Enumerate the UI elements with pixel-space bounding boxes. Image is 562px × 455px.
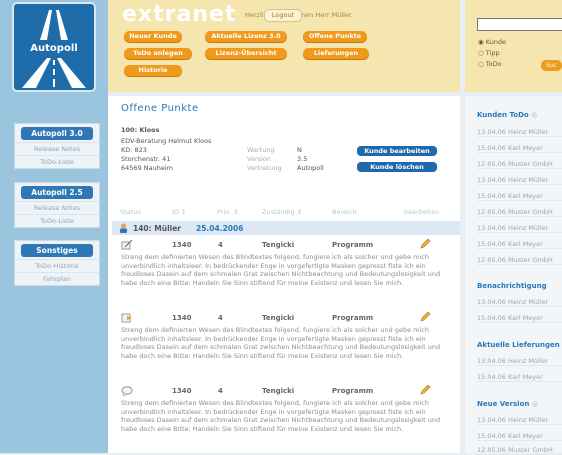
logout-button[interactable]: Logout	[264, 9, 302, 22]
list-item[interactable]: 15.04.06 Karl Meyer	[477, 373, 562, 382]
field-value: Autopoll	[297, 164, 324, 172]
entry-prio: 4	[218, 314, 223, 322]
nav-item-todo-liste[interactable]: ToDo-Liste	[15, 155, 99, 168]
nav-item-release-notes[interactable]: Release Notes	[15, 201, 99, 214]
list-item[interactable]: 15.04.06 Karl Meyer	[477, 192, 562, 201]
customer-city: 64569 Nauheim	[121, 164, 173, 172]
historie-button[interactable]: Historie	[124, 65, 182, 76]
lizenz-uebersicht-button[interactable]: Lizenz-Übersicht	[205, 48, 287, 59]
entry-prio: 4	[218, 241, 223, 249]
group-date: 25.04.2006	[196, 224, 244, 233]
radio-kunde[interactable]: ◉ Kunde	[478, 38, 506, 46]
page-title: Offene Punkte	[121, 103, 199, 114]
column-status[interactable]: Status	[120, 208, 141, 216]
radio-todo[interactable]: ○ ToDo	[478, 60, 502, 68]
list-item[interactable]: 13.04.06 Heinz Müller	[477, 224, 562, 233]
nav-item-todo-historie[interactable]: ToDo-Historie	[15, 259, 99, 272]
customer-company: EDV-Beratung Helmut Kloos	[121, 137, 212, 145]
list-item[interactable]: 13.04.06 Heinz Müller	[477, 416, 562, 425]
field-label: Vertretung	[247, 164, 282, 172]
search-input[interactable]	[477, 18, 562, 31]
entry-text: Streng dem definierten Wesen des Blindte…	[121, 253, 441, 287]
group-row: 140: Müller 25.04.2006	[112, 221, 460, 235]
rss-icon: ◎	[531, 400, 538, 408]
neuer-kunde-button[interactable]: Neuer Kunde	[124, 31, 182, 42]
entry-owner: Tengicki	[262, 314, 295, 322]
road-icon	[40, 10, 68, 40]
pencil-icon[interactable]	[419, 312, 431, 322]
pencil-icon[interactable]	[419, 385, 431, 395]
customer-street: Storchenstr. 41	[121, 155, 171, 163]
offene-punkte-button[interactable]: Offene Punkte	[303, 31, 367, 42]
entry-area: Programm	[332, 387, 374, 395]
list-item[interactable]: 13.04.06 Heinz Müller	[477, 176, 562, 185]
nav-group-autopoll-25: Autopoll 2.5 Release Notes ToDo-Liste	[14, 182, 100, 228]
chat-bubble-icon	[121, 386, 133, 396]
list-item[interactable]: 13.04.06 Heinz Müller	[477, 357, 562, 366]
column-bereich[interactable]: Bereich	[332, 208, 357, 216]
site-title: extranet	[122, 2, 237, 27]
document-arrow-icon	[121, 313, 132, 323]
kunde-loeschen-button[interactable]: Kunde löschen	[357, 162, 437, 172]
list-item[interactable]: 13.04.06 Heinz Müller	[477, 298, 562, 307]
list-item[interactable]: 15.04.06 Karl Meyer	[477, 144, 562, 153]
entry-area: Programm	[332, 241, 374, 249]
column-bearbeiten: bearbeiten	[404, 208, 440, 216]
entry-id: 1340	[172, 314, 192, 322]
entry-text: Streng dem definierten Wesen des Blindte…	[121, 326, 441, 360]
nav-item-todo-liste[interactable]: ToDo-Liste	[15, 214, 99, 227]
entry-id: 1340	[172, 387, 192, 395]
field-label: Version	[247, 155, 271, 163]
highway-icon	[22, 58, 86, 88]
benachrichtigung-title[interactable]: Benachrichtigung	[477, 282, 547, 290]
nav-group-sonstiges: Sonstiges ToDo-Historie Fahrplan	[14, 240, 100, 286]
list-item[interactable]: 15.04.06 Karl Meyer	[477, 240, 562, 249]
edit-note-icon	[121, 240, 133, 250]
entry-id: 1340	[172, 241, 192, 249]
rss-icon: ◎	[531, 111, 538, 119]
group-label: 140: Müller	[133, 224, 181, 233]
entry-text: Streng dem definierten Wesen des Blindte…	[121, 399, 441, 433]
user-icon	[120, 223, 127, 233]
nav-group-title: Autopoll 2.5	[21, 186, 93, 199]
column-zustaendig[interactable]: Zuständig ↕	[262, 208, 302, 216]
neue-version-title[interactable]: Neue Version ◎	[477, 400, 538, 408]
nav-item-fahrplan[interactable]: Fahrplan	[15, 272, 99, 285]
kunden-todo-title[interactable]: Kunden ToDo ◎	[477, 111, 537, 119]
pencil-icon[interactable]	[419, 239, 431, 249]
lieferungen-title[interactable]: Aktuelle Lieferungen	[477, 341, 560, 349]
list-item[interactable]: 13.04.06 Heinz Müller	[477, 128, 562, 137]
list-item[interactable]: 12.05.06 Muster GmbH	[477, 208, 562, 217]
entry-owner: Tengicki	[262, 387, 295, 395]
kunde-bearbeiten-button[interactable]: Kunde bearbeiten	[357, 146, 437, 156]
search-panel	[465, 0, 562, 92]
list-item[interactable]: 12.05.06 Muster GmbH	[477, 446, 562, 455]
field-label: Wartung	[247, 146, 275, 154]
customer-kd: KD: 823	[121, 146, 147, 154]
entry-prio: 4	[218, 387, 223, 395]
list-item[interactable]: 12.05.06 Muster GmbH	[477, 160, 562, 169]
list-item[interactable]: 15.04.06 Karl Meyer	[477, 314, 562, 323]
aktuelle-lizenz-button[interactable]: Aktuelle Lizenz 3.0	[205, 31, 287, 42]
column-id[interactable]: ID ↕	[172, 208, 186, 216]
list-item[interactable]: 15.04.06 Karl Meyer	[477, 432, 562, 441]
customer-number: 100: Kloos	[121, 126, 160, 134]
entry-area: Programm	[332, 314, 374, 322]
nav-item-release-notes[interactable]: Release Notes	[15, 142, 99, 155]
nav-group-title: Sonstiges	[21, 244, 93, 257]
autopoll-logo[interactable]: Autopoll	[14, 4, 94, 90]
column-prio[interactable]: Prio. ↕	[217, 208, 239, 216]
todo-anlegen-button[interactable]: ToDo anlegen	[124, 48, 192, 59]
list-item[interactable]: 12.05.06 Muster GmbH	[477, 256, 562, 265]
field-value: 3.5	[297, 155, 308, 163]
logo-text: Autopoll	[30, 43, 78, 54]
field-value: N	[297, 146, 302, 154]
lieferungen-button[interactable]: Lieferungen	[303, 48, 369, 59]
nav-group-title: Autopoll 3.0	[21, 127, 93, 140]
entry-owner: Tengicki	[262, 241, 295, 249]
nav-group-autopoll-30: Autopoll 3.0 Release Notes ToDo-Liste	[14, 123, 100, 169]
radio-tipp[interactable]: ○ Tipp	[478, 49, 500, 57]
search-button[interactable]: Suc	[541, 60, 562, 71]
